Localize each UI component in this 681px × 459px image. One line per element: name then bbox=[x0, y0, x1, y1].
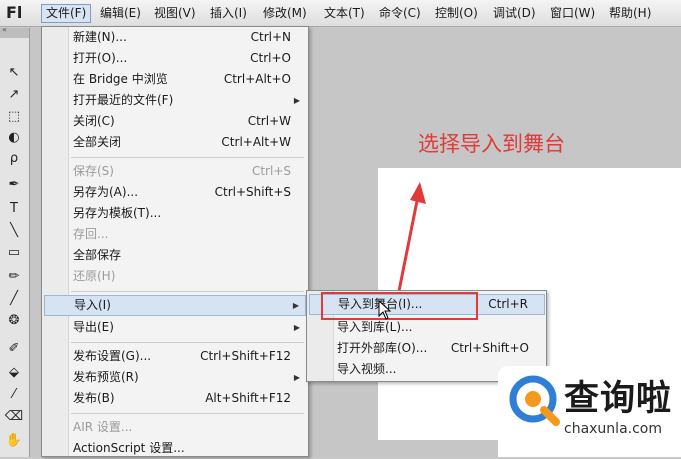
submenu-arrow-icon: ▶ bbox=[293, 323, 300, 332]
menu-item-revert[interactable]: 还原(H) bbox=[44, 266, 306, 287]
tools-panel: « ↖ ↗ ⬚ ◐ ρ ✒ T ╲ ▭ ✏ ╱ ❂ ✐ ⬙ ⁄ ⌫ ✋ bbox=[0, 25, 30, 457]
mouse-cursor-icon bbox=[378, 300, 392, 320]
menu-item-save-as[interactable]: 另存为(A)... Ctrl+Shift+S bbox=[44, 182, 306, 203]
menu-view[interactable]: 视图(V) bbox=[150, 4, 200, 23]
menu-separator bbox=[71, 413, 304, 414]
menu-file[interactable]: 文件(F) bbox=[41, 4, 92, 23]
menu-separator bbox=[71, 342, 304, 343]
menu-item-check-in[interactable]: 存回... bbox=[44, 224, 306, 245]
menu-item-import[interactable]: 导入(I) ▶ bbox=[44, 295, 306, 316]
text-tool-icon[interactable]: T bbox=[4, 200, 24, 218]
pencil-tool-icon[interactable]: ✏ bbox=[4, 268, 24, 286]
menu-item-air-settings[interactable]: AIR 设置... bbox=[44, 417, 306, 438]
menubar: Fl 文件(F) 编辑(E) 视图(V) 插入(I) 修改(M) 文本(T) 命… bbox=[0, 0, 681, 27]
menu-item-save-as-template[interactable]: 另存为模板(T)... bbox=[44, 203, 306, 224]
collapse-icon: « bbox=[2, 25, 7, 34]
file-menu-dropdown: 新建(N)... Ctrl+N 打开(O)... Ctrl+O 在 Bridge 中… bbox=[41, 26, 309, 457]
menu-item-export[interactable]: 导出(E) ▶ bbox=[44, 317, 306, 338]
free-transform-tool-icon[interactable]: ⬚ bbox=[4, 108, 24, 126]
tools-panel-header[interactable]: « bbox=[0, 25, 29, 38]
lasso-tool-icon[interactable]: ρ bbox=[4, 150, 24, 168]
3d-rotation-tool-icon[interactable]: ◐ bbox=[4, 129, 24, 147]
menu-item-new[interactable]: 新建(N)... Ctrl+N bbox=[44, 27, 306, 48]
subselection-tool-icon[interactable]: ↗ bbox=[4, 86, 24, 104]
menu-debug[interactable]: 调试(D) bbox=[489, 4, 540, 23]
menu-item-import-to-library[interactable]: 导入到库(L)... bbox=[309, 317, 545, 338]
submenu-arrow-icon: ▶ bbox=[293, 96, 300, 105]
menu-item-browse-bridge[interactable]: 在 Bridge 中浏览 Ctrl+Alt+O bbox=[44, 69, 306, 90]
menu-item-close[interactable]: 关闭(C) Ctrl+W bbox=[44, 111, 306, 132]
eyedropper-tool-icon[interactable]: ⁄ bbox=[4, 386, 24, 404]
submenu-arrow-icon: ▶ bbox=[293, 373, 300, 382]
app-logo: Fl bbox=[6, 3, 23, 22]
menu-text[interactable]: 文本(T) bbox=[320, 4, 369, 23]
pen-tool-icon[interactable]: ✒ bbox=[4, 176, 24, 194]
watermark-logo-icon bbox=[509, 375, 560, 426]
menu-item-publish-settings[interactable]: 发布设置(G)... Ctrl+Shift+F12 bbox=[44, 346, 306, 367]
line-tool-icon[interactable]: ╲ bbox=[4, 222, 24, 240]
menu-item-publish[interactable]: 发布(B) Alt+Shift+F12 bbox=[44, 388, 306, 409]
deco-tool-icon[interactable]: ❂ bbox=[4, 312, 24, 330]
menu-item-open-external-library[interactable]: 打开外部库(O)... Ctrl+Shift+O bbox=[309, 338, 545, 359]
bone-tool-icon[interactable]: ✐ bbox=[4, 340, 24, 358]
menu-insert[interactable]: 插入(I) bbox=[206, 4, 251, 23]
menu-modify[interactable]: 修改(M) bbox=[259, 4, 311, 23]
rectangle-tool-icon[interactable]: ▭ bbox=[4, 244, 24, 262]
watermark-name: 查询啦 bbox=[564, 379, 673, 419]
menu-commands[interactable]: 命令(C) bbox=[375, 4, 425, 23]
menu-item-open-recent[interactable]: 打开最近的文件(F) ▶ bbox=[44, 90, 306, 111]
menu-separator bbox=[71, 157, 304, 158]
menu-item-publish-preview[interactable]: 发布预览(R) ▶ bbox=[44, 367, 306, 388]
selection-tool-icon[interactable]: ↖ bbox=[4, 64, 24, 82]
menu-separator bbox=[71, 291, 304, 292]
annotation-highlight-box bbox=[321, 292, 478, 320]
menu-window[interactable]: 窗口(W) bbox=[546, 4, 599, 23]
watermark: 查询啦 chaxunla.com bbox=[498, 366, 681, 457]
eraser-tool-icon[interactable]: ⌫ bbox=[4, 408, 24, 426]
menu-item-open[interactable]: 打开(O)... Ctrl+O bbox=[44, 48, 306, 69]
menu-edit[interactable]: 编辑(E) bbox=[96, 4, 145, 23]
menu-item-close-all[interactable]: 全部关闭 Ctrl+Alt+W bbox=[44, 132, 306, 153]
menu-control[interactable]: 控制(O) bbox=[431, 4, 482, 23]
menu-item-actionscript-settings[interactable]: ActionScript 设置... bbox=[44, 438, 306, 459]
paint-bucket-tool-icon[interactable]: ⬙ bbox=[4, 364, 24, 382]
submenu-arrow-icon: ▶ bbox=[292, 301, 299, 310]
annotation-label: 选择导入到舞台 bbox=[418, 132, 565, 156]
menu-item-save-all[interactable]: 全部保存 bbox=[44, 245, 306, 266]
menu-item-save[interactable]: 保存(S) Ctrl+S bbox=[44, 161, 306, 182]
menu-help[interactable]: 帮助(H) bbox=[605, 4, 655, 23]
brush-tool-icon[interactable]: ╱ bbox=[4, 290, 24, 308]
watermark-url: chaxunla.com bbox=[564, 421, 662, 437]
annotation-arrow-icon bbox=[396, 182, 426, 297]
hand-tool-icon[interactable]: ✋ bbox=[4, 432, 24, 450]
